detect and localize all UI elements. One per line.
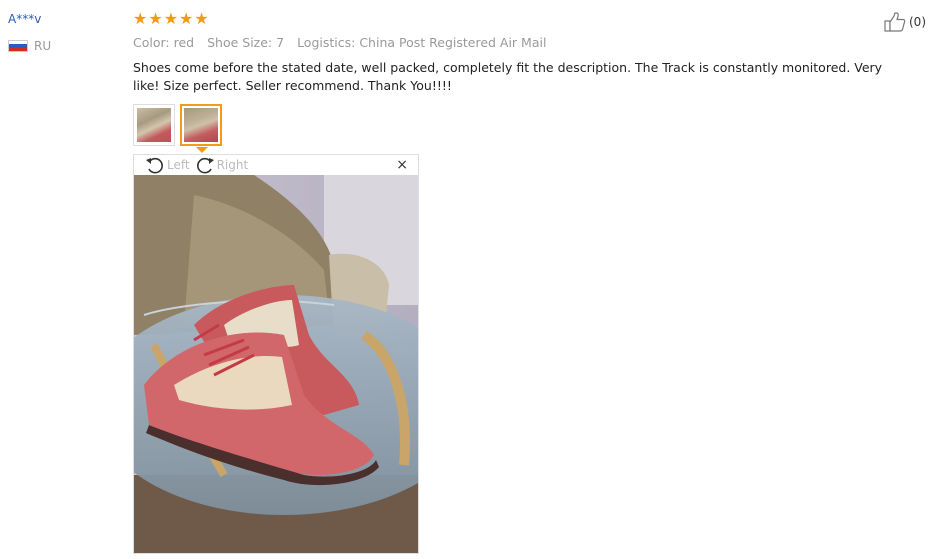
reviewer-name[interactable]: A***v: [8, 12, 41, 26]
size-attribute: Shoe Size: 7: [207, 35, 285, 50]
order-details: Color: red Shoe Size: 7 Logistics: China…: [133, 35, 546, 50]
rotate-left-label: Left: [167, 158, 190, 172]
star-icon: ★: [179, 9, 194, 28]
star-icon: ★: [163, 9, 179, 28]
helpful-count: (0): [909, 15, 926, 29]
star-icon: ★: [194, 9, 209, 28]
rotate-left-button[interactable]: Left: [144, 156, 190, 174]
rotate-right-icon: [196, 157, 214, 174]
rotate-right-label: Right: [216, 158, 249, 172]
russia-flag-icon: [8, 40, 28, 52]
rotate-right-button[interactable]: Right: [194, 156, 249, 174]
star-icon: ★: [133, 9, 148, 28]
close-icon[interactable]: ×: [396, 157, 408, 173]
rotate-left-icon: [146, 157, 163, 174]
photo-thumbnail-selected[interactable]: [180, 104, 222, 153]
photo-thumbnails: [133, 104, 222, 153]
color-attribute: Color: red: [133, 35, 195, 50]
photo-viewer-toolbar: Left Right ×: [134, 155, 418, 175]
reviewer-country: RU: [8, 39, 51, 53]
review-photo: [134, 175, 418, 553]
star-rating: ★ ★ ★ ★ ★: [133, 9, 209, 29]
star-icon: ★: [148, 9, 163, 28]
photo-viewer: Left Right ×: [133, 154, 419, 554]
review-text: Shoes come before the stated date, well …: [133, 60, 883, 93]
photo-thumbnail[interactable]: [133, 104, 175, 146]
helpful-button[interactable]: (0): [884, 12, 926, 32]
logistics-attribute: Logistics: China Post Registered Air Mai…: [297, 35, 547, 50]
country-code: RU: [34, 39, 52, 53]
thumbs-up-icon[interactable]: [884, 12, 906, 32]
